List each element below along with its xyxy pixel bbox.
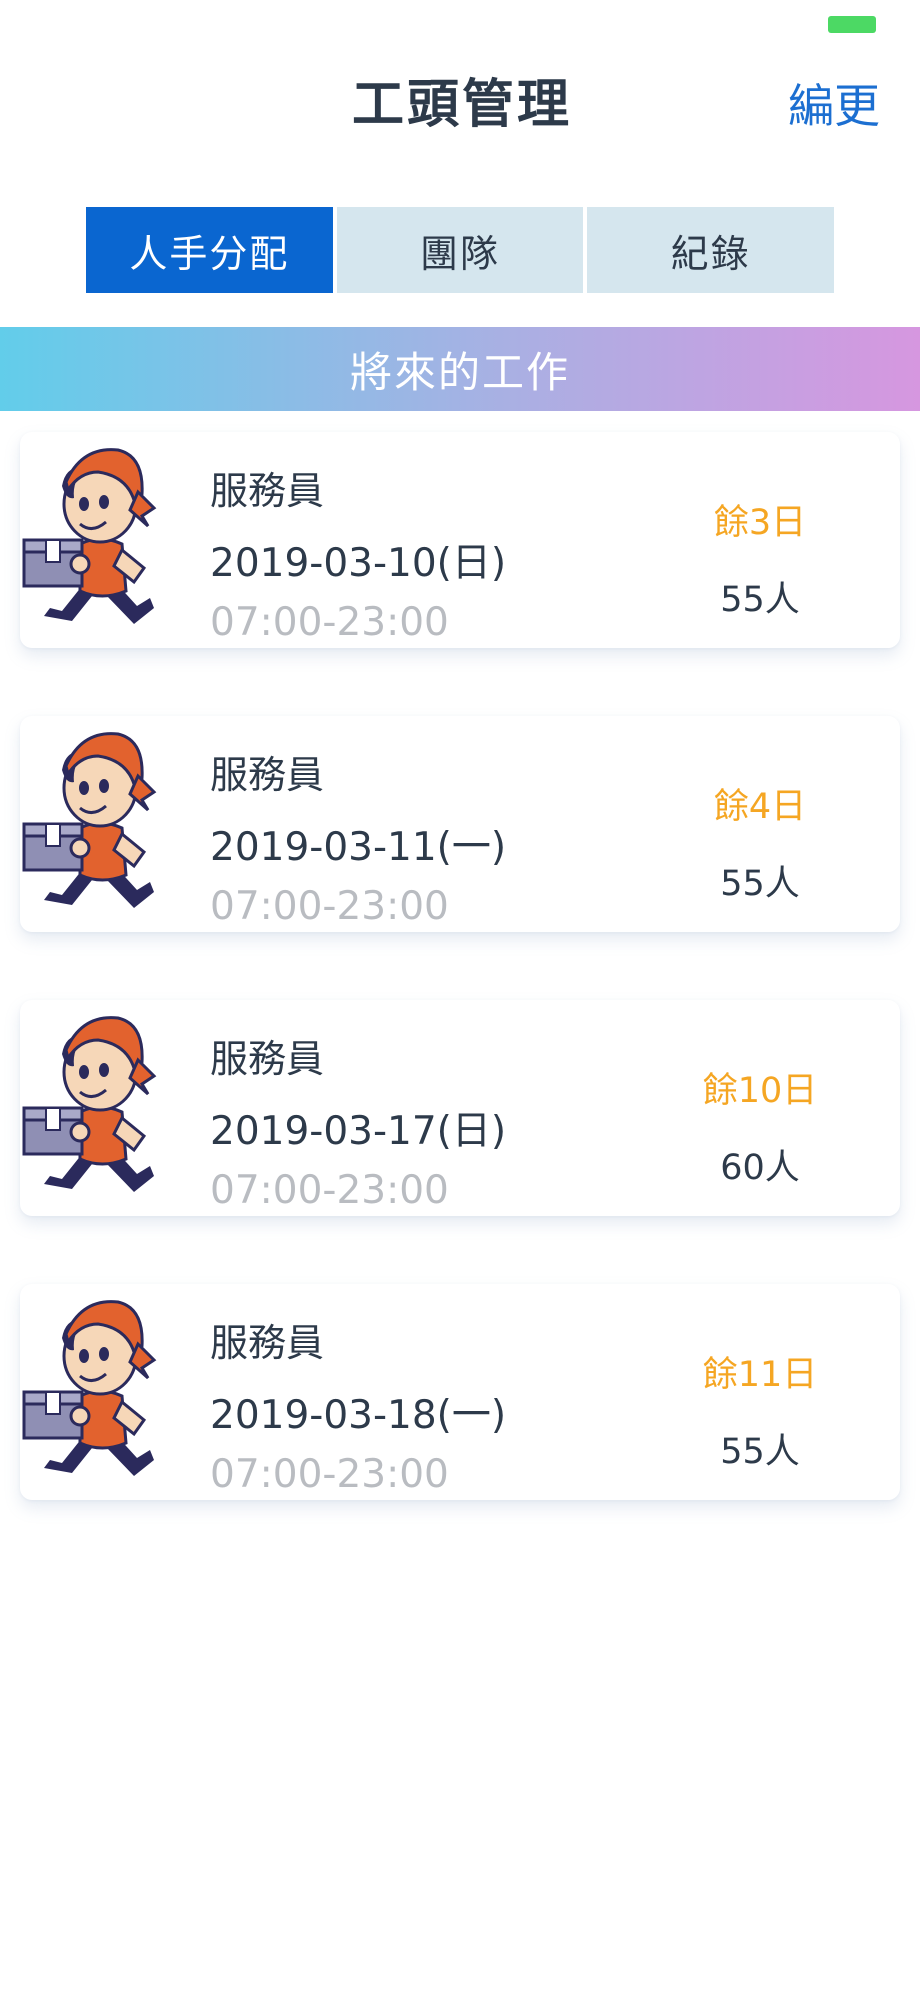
edit-button[interactable]: 編更 [788, 70, 880, 136]
job-card[interactable]: 服務員 2019-03-17(日) 07:00-23:00 餘10日 60人 [20, 1000, 900, 1216]
people-count: 60人 [720, 1148, 800, 1188]
tab-allocation[interactable]: 人手分配 [86, 207, 333, 293]
section-title: 將來的工作 [349, 347, 570, 397]
delivery-worker-icon [22, 1300, 156, 1478]
days-remaining: 餘11日 [702, 1355, 818, 1395]
job-date: 2019-03-18(一) [210, 1393, 507, 1438]
people-count: 55人 [720, 864, 800, 904]
job-role: 服務員 [210, 469, 325, 513]
section-banner: 將來的工作 [0, 327, 920, 411]
delivery-worker-icon [22, 732, 156, 910]
job-role: 服務員 [210, 1321, 325, 1365]
days-remaining: 餘3日 [713, 503, 807, 543]
page-title: 工頭管理 [351, 75, 572, 135]
days-remaining: 餘4日 [713, 787, 807, 827]
job-time: 07:00-23:00 [210, 600, 449, 645]
job-role: 服務員 [210, 1037, 325, 1081]
job-date: 2019-03-11(一) [210, 825, 507, 870]
people-count: 55人 [720, 580, 800, 620]
job-card[interactable]: 服務員 2019-03-11(一) 07:00-23:00 餘4日 55人 [20, 716, 900, 932]
job-date: 2019-03-10(日) [210, 541, 507, 586]
tab-bar: 人手分配 團隊 紀錄 [86, 207, 835, 293]
job-card[interactable]: 服務員 2019-03-10(日) 07:00-23:00 餘3日 55人 [20, 432, 900, 648]
job-date: 2019-03-17(日) [210, 1109, 507, 1154]
delivery-worker-icon [22, 448, 156, 626]
tab-records[interactable]: 紀錄 [587, 207, 835, 293]
delivery-worker-icon [22, 1016, 156, 1194]
job-time: 07:00-23:00 [210, 884, 449, 929]
job-card[interactable]: 服務員 2019-03-18(一) 07:00-23:00 餘11日 55人 [20, 1284, 900, 1500]
job-time: 07:00-23:00 [210, 1168, 449, 1213]
days-remaining: 餘10日 [702, 1071, 818, 1111]
job-role: 服務員 [210, 753, 325, 797]
people-count: 55人 [720, 1432, 800, 1472]
job-time: 07:00-23:00 [210, 1452, 449, 1497]
battery-icon [828, 16, 876, 33]
tab-team[interactable]: 團隊 [336, 207, 584, 293]
